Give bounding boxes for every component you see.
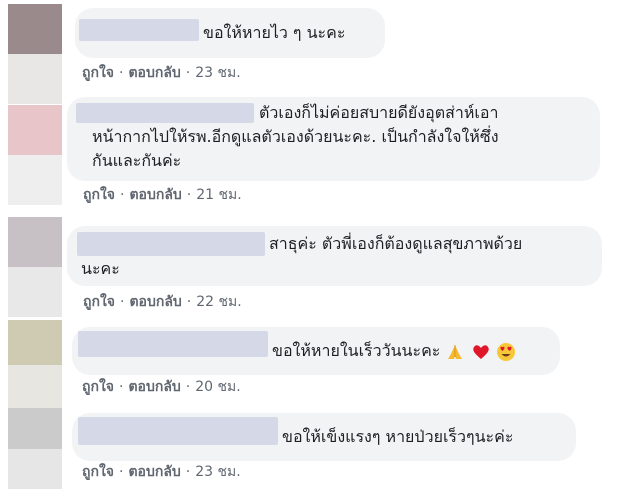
comment-text-line: สาธุค่ะ ตัวพี่เองก็ต้องดูแลสุขภาพด้วย bbox=[269, 234, 523, 253]
avatar[interactable] bbox=[8, 4, 62, 104]
separator: · bbox=[186, 187, 192, 203]
folded-hands-icon bbox=[448, 344, 463, 359]
comment-bubble: ขอให้หายไว ๆ นะคะ bbox=[75, 8, 385, 58]
heart-eyes-icon bbox=[496, 342, 515, 361]
reply-link[interactable]: ตอบกลับ bbox=[129, 294, 181, 310]
comment-actions: ถูกใจ · ตอบกลับ · 20 ชม. bbox=[82, 376, 241, 398]
comment-actions: ถูกใจ · ตอบกลับ · 23 ชม. bbox=[82, 62, 241, 84]
reply-link[interactable]: ตอบกลับ bbox=[128, 65, 180, 81]
comment-text-line: ตัวเองก็ไม่ค่อยสบายดียังอุตส่าห์เอา bbox=[259, 103, 499, 122]
comment-text-line: หน้ากากไปให้รพ.อีกดูแลตัวเองด้วยนะคะ. เป… bbox=[92, 127, 499, 146]
separator: · bbox=[120, 294, 125, 310]
like-link[interactable]: ถูกใจ bbox=[82, 65, 114, 81]
separator: · bbox=[185, 65, 191, 81]
avatar[interactable] bbox=[8, 408, 62, 489]
comment-bubble: ขอให้เข็งแรงๆ หายป่วยเร็วๆนะค่ะ bbox=[72, 413, 576, 461]
comment-actions: ถูกใจ · ตอบกลับ · 23 ชม. bbox=[82, 461, 241, 483]
reply-link[interactable]: ตอบกลับ bbox=[129, 187, 181, 203]
commenter-name[interactable] bbox=[76, 103, 254, 123]
timestamp[interactable]: 21 ชม. bbox=[196, 187, 241, 203]
avatar[interactable] bbox=[8, 105, 62, 205]
reply-link[interactable]: ตอบกลับ bbox=[128, 379, 180, 395]
commenter-name[interactable] bbox=[78, 331, 268, 357]
comment-bubble: ขอให้หายในเร็ววันนะคะ bbox=[72, 327, 560, 375]
timestamp[interactable]: 22 ชม. bbox=[196, 294, 241, 310]
comment-bubble: สาธุค่ะ ตัวพี่เองก็ต้องดูแลสุขภาพด้วย นะ… bbox=[67, 226, 602, 286]
comment-actions: ถูกใจ · ตอบกลับ · 22 ชม. bbox=[83, 291, 242, 313]
avatar[interactable] bbox=[8, 320, 62, 410]
like-link[interactable]: ถูกใจ bbox=[82, 464, 114, 480]
commenter-name[interactable] bbox=[77, 232, 265, 256]
comment-text: ขอให้หายในเร็ววันนะคะ bbox=[272, 339, 516, 363]
like-link[interactable]: ถูกใจ bbox=[83, 187, 115, 203]
commenter-name[interactable] bbox=[79, 19, 199, 41]
comment-actions: ถูกใจ · ตอบกลับ · 21 ชม. bbox=[83, 184, 242, 206]
timestamp[interactable]: 23 ชม. bbox=[195, 464, 240, 480]
separator: · bbox=[120, 187, 125, 203]
separator: · bbox=[185, 379, 191, 395]
separator: · bbox=[119, 65, 124, 81]
timestamp[interactable]: 20 ชม. bbox=[195, 379, 240, 395]
comment-text: ขอให้เข็งแรงๆ หายป่วยเร็วๆนะค่ะ bbox=[282, 427, 514, 446]
comment-text: ขอให้หายไว ๆ นะคะ bbox=[203, 23, 346, 42]
comment-text-line: กันและกันค่ะ bbox=[92, 151, 182, 170]
comment-bubble: ตัวเองก็ไม่ค่อยสบายดียังอุตส่าห์เอา หน้า… bbox=[67, 97, 600, 181]
separator: · bbox=[186, 294, 192, 310]
separator: · bbox=[119, 379, 124, 395]
avatar[interactable] bbox=[8, 217, 62, 317]
like-link[interactable]: ถูกใจ bbox=[82, 379, 114, 395]
separator: · bbox=[119, 464, 124, 480]
timestamp[interactable]: 23 ชม. bbox=[195, 65, 240, 81]
comment-text-line: นะคะ bbox=[81, 259, 120, 278]
red-heart-icon bbox=[472, 344, 489, 359]
reply-link[interactable]: ตอบกลับ bbox=[128, 464, 180, 480]
like-link[interactable]: ถูกใจ bbox=[83, 294, 115, 310]
commenter-name[interactable] bbox=[78, 417, 278, 445]
separator: · bbox=[185, 464, 191, 480]
comment-text-label: ขอให้หายในเร็ววันนะคะ bbox=[272, 341, 441, 360]
